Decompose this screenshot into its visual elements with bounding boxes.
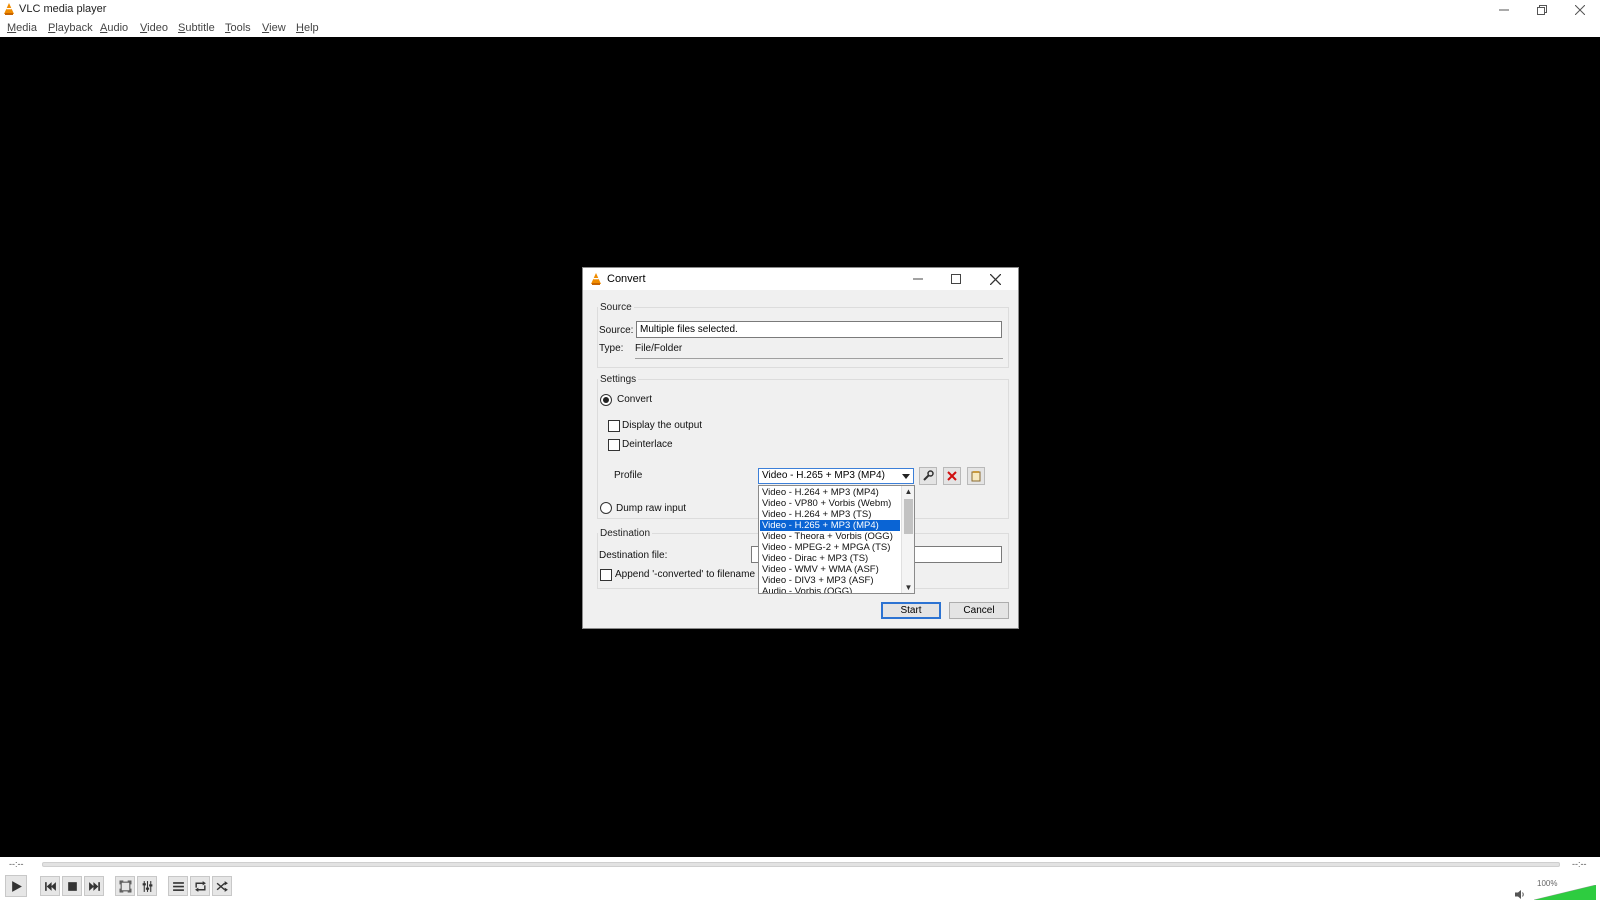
profile-option[interactable]: Video - H.264 + MP3 (TS) [760,509,900,520]
seek-row: --:-- --:-- [0,857,1600,872]
previous-icon [44,881,56,891]
append-converted-checkbox[interactable] [600,569,612,581]
menu-playback[interactable]: Playback [48,22,93,34]
dialog-maximize-button[interactable] [938,268,974,290]
elapsed-time: --:-- [9,859,24,869]
profile-option[interactable]: Video - WMV + WMA (ASF) [760,564,900,575]
deinterlace-checkbox[interactable] [608,439,620,451]
volume-slider[interactable] [1534,885,1596,900]
profile-selected-value: Video - H.265 + MP3 (MP4) [762,470,885,481]
scroll-down-icon[interactable]: ▼ [904,583,913,592]
profile-option[interactable]: Video - Theora + Vorbis (OGG) [760,531,900,542]
vlc-cone-icon [591,273,601,285]
source-field[interactable]: Multiple files selected. [636,321,1002,338]
next-icon [88,881,100,891]
new-profile-button[interactable] [967,467,985,485]
profile-option[interactable]: Video - MPEG-2 + MPGA (TS) [760,542,900,553]
convert-radio[interactable] [600,394,612,406]
menu-help[interactable]: Help [296,22,319,34]
profile-option[interactable]: Video - DIV3 + MP3 (ASF) [760,575,900,586]
scroll-up-icon[interactable]: ▲ [904,487,913,496]
profile-dropdown-list: Video - H.264 + MP3 (MP4) Video - VP80 +… [758,485,915,594]
fullscreen-button[interactable] [115,876,135,896]
close-icon [1575,4,1585,15]
display-output-checkbox[interactable] [608,420,620,432]
append-converted-label: Append '-converted' to filename [615,569,756,580]
dialog-close-button[interactable] [977,268,1013,290]
shuffle-button[interactable] [212,876,232,896]
stop-button[interactable] [62,876,82,896]
maximize-icon [951,274,961,284]
source-label: Source: [599,325,634,336]
seek-slider[interactable] [42,862,1560,867]
restore-button[interactable] [1524,0,1560,19]
profile-option[interactable]: Video - VP80 + Vorbis (Webm) [760,498,900,509]
playlist-button[interactable] [168,876,188,896]
menu-media[interactable]: Media [7,22,37,34]
settings-group-title: Settings [598,374,639,385]
play-button[interactable] [5,875,27,897]
control-bar: 100% [0,872,1600,900]
delete-profile-button[interactable] [943,467,961,485]
deinterlace-label: Deinterlace [622,439,673,450]
new-profile-icon [971,471,981,482]
dump-raw-label: Dump raw input [616,503,687,514]
profile-option[interactable]: Video - H.264 + MP3 (MP4) [760,487,900,498]
type-label: Type: [599,343,624,354]
start-button[interactable]: Start [881,602,941,619]
extended-settings-button[interactable] [137,876,157,896]
menu-tools[interactable]: Tools [225,22,251,34]
menubar: Media Playback Audio Video Subtitle Tool… [0,19,1600,37]
profile-option-selected[interactable]: Video - H.265 + MP3 (MP4) [760,520,900,531]
dropdown-scrollbar[interactable]: ▲ ▼ [901,486,914,593]
destination-group-title: Destination [598,528,653,539]
stop-icon [67,881,77,891]
play-icon [11,880,22,892]
wrench-icon [923,470,934,481]
profile-option[interactable]: Video - Dirac + MP3 (TS) [760,553,900,564]
delete-icon [947,471,957,481]
next-button[interactable] [84,876,104,896]
type-value: File/Folder [635,343,683,354]
shuffle-icon [216,880,228,892]
minimize-icon [913,278,923,280]
chevron-down-icon [902,474,910,479]
restore-icon [1537,4,1547,15]
source-group-title: Source [598,302,634,313]
main-titlebar: VLC media player [0,0,1600,19]
menu-video[interactable]: Video [140,22,168,34]
minimize-icon [1499,9,1509,10]
type-divider [635,358,1003,359]
profile-combobox[interactable]: Video - H.265 + MP3 (MP4) [758,468,914,484]
remaining-time[interactable]: --:-- [1572,859,1587,869]
loop-icon [194,880,206,892]
convert-radio-label: Convert [617,394,653,405]
equalizer-icon [142,880,152,892]
convert-dialog: Convert Source Source: Multiple files se… [582,267,1019,629]
profile-option[interactable]: Audio - Vorbis (OGG) [760,586,900,593]
dialog-title: Convert [607,273,646,285]
display-output-label: Display the output [622,420,703,431]
profile-label: Profile [614,470,643,481]
close-icon [989,273,1001,285]
destination-label: Destination file: [599,550,668,561]
speaker-icon[interactable] [1514,889,1526,900]
window-title: VLC media player [19,3,107,15]
playlist-icon [172,881,184,891]
close-button[interactable] [1562,0,1598,19]
minimize-button[interactable] [1486,0,1522,19]
cancel-button[interactable]: Cancel [949,602,1009,619]
vlc-cone-icon [4,3,14,15]
edit-profile-button[interactable] [919,467,937,485]
scrollbar-thumb[interactable] [904,499,913,534]
menu-audio[interactable]: Audio [100,22,128,34]
dialog-minimize-button[interactable] [900,268,936,290]
fullscreen-icon [119,880,131,892]
dump-raw-radio[interactable] [600,502,612,514]
menu-view[interactable]: View [262,22,286,34]
previous-button[interactable] [40,876,60,896]
dialog-titlebar: Convert [583,268,1018,290]
menu-subtitle[interactable]: Subtitle [178,22,215,34]
loop-button[interactable] [190,876,210,896]
